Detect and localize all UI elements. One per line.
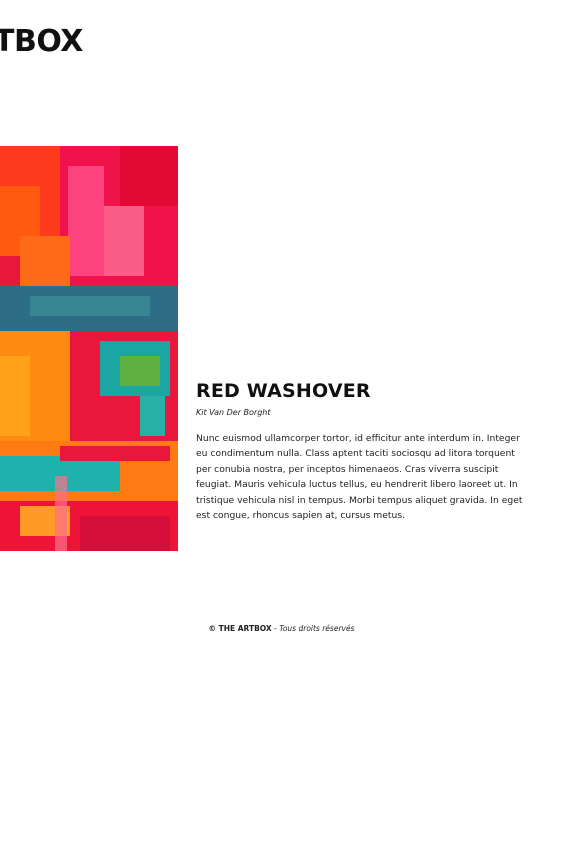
site-logo[interactable]: TBOX xyxy=(0,27,83,57)
footer-rights: Tous droits réservés xyxy=(279,624,355,633)
footer-copyright: © THE ARTBOX xyxy=(208,624,272,633)
artwork-description: Nunc euismod ullamcorper tortor, id effi… xyxy=(196,432,523,522)
abstract-painting-illustration xyxy=(0,146,178,551)
artwork-title: RED WASHOVER xyxy=(196,380,371,402)
artwork-artist: Kit Van Der Borght xyxy=(196,407,271,417)
artwork-image xyxy=(0,146,178,551)
artwork-details: RED WASHOVER Kit Van Der Borght Nunc eui… xyxy=(196,380,526,524)
footer: © THE ARTBOX - Tous droits réservés xyxy=(0,624,563,633)
